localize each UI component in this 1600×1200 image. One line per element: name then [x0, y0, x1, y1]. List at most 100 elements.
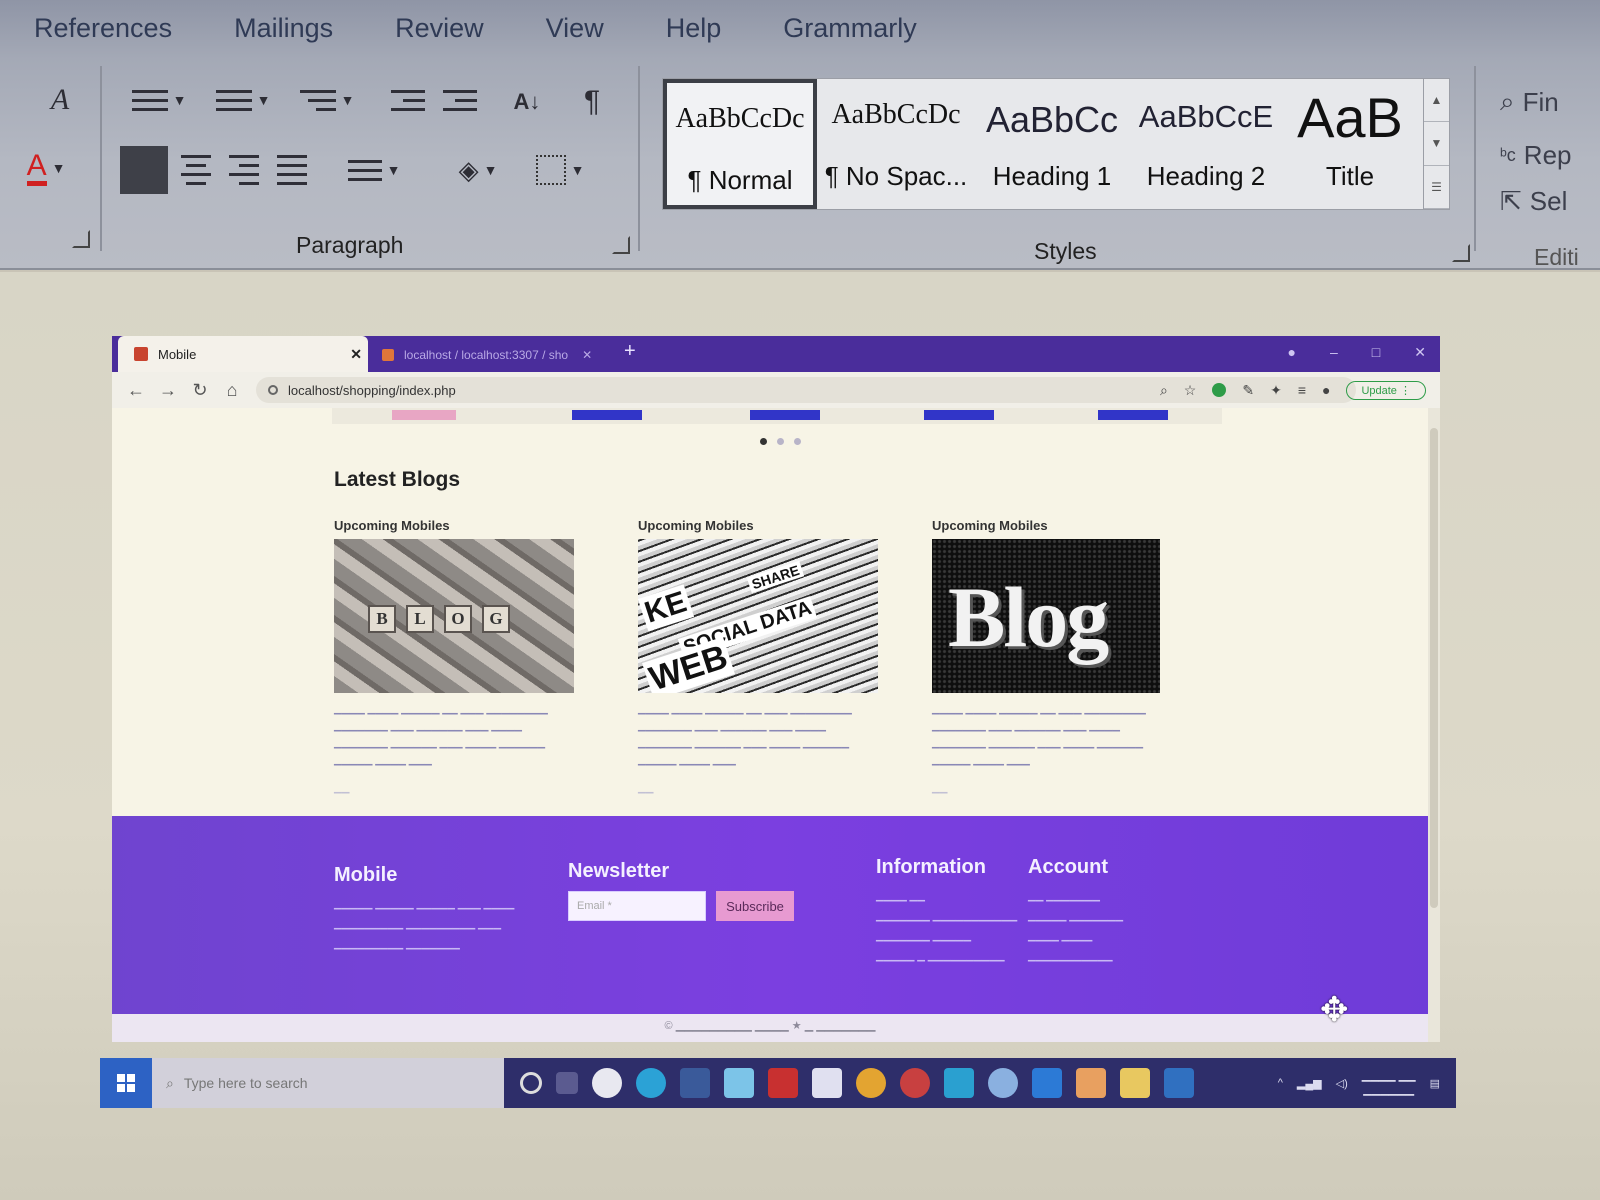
- footer-link[interactable]: ▁▁▁▁▁▁▁ ▁▁▁▁▁: [876, 927, 1017, 947]
- edge-icon[interactable]: [636, 1068, 666, 1098]
- shading-button[interactable]: ◈ ▼: [440, 148, 516, 192]
- blog-card[interactable]: Upcoming Mobiles B L O G ▁▁▁▁ ▁▁▁▁ ▁▁▁▁▁…: [334, 518, 574, 794]
- tab-help[interactable]: Help: [666, 13, 722, 44]
- tab-references[interactable]: References: [34, 13, 172, 44]
- paragraph-dialog-launcher-icon[interactable]: [612, 236, 630, 254]
- numbering-button[interactable]: ▼: [204, 80, 282, 120]
- newsletter-email-input[interactable]: Email *: [568, 891, 706, 921]
- tab-grammarly[interactable]: Grammarly: [783, 13, 917, 44]
- forward-arrow-icon[interactable]: →: [152, 380, 184, 401]
- app-icon[interactable]: [724, 1068, 754, 1098]
- notifications-icon[interactable]: ▤: [1430, 1077, 1440, 1090]
- read-more-link[interactable]: ▁▁: [334, 783, 574, 794]
- acrobat-icon[interactable]: [768, 1068, 798, 1098]
- bullets-button[interactable]: ▼: [120, 80, 198, 120]
- network-icon[interactable]: ▂▄▆: [1297, 1077, 1322, 1090]
- carousel-button[interactable]: [750, 410, 820, 420]
- borders-button[interactable]: ▼: [522, 148, 598, 192]
- blog-card[interactable]: Upcoming Mobiles KE SOCIAL DATA WEB SHAR…: [638, 518, 878, 794]
- more-styles-icon[interactable]: ☰: [1424, 166, 1449, 209]
- style-normal[interactable]: AaBbCcDc ¶ Normal: [663, 79, 817, 209]
- carousel-dot[interactable]: [760, 438, 767, 445]
- update-button[interactable]: Update ⋮: [1346, 380, 1426, 400]
- reading-list-icon[interactable]: ≡: [1298, 382, 1306, 398]
- read-more-link[interactable]: ▁▁: [638, 783, 878, 794]
- subscribe-button[interactable]: Subscribe: [716, 891, 794, 921]
- styles-dialog-launcher-icon[interactable]: [1452, 244, 1470, 262]
- pen-icon[interactable]: ✎: [1242, 382, 1254, 399]
- line-spacing-button[interactable]: ▼: [336, 148, 412, 192]
- footer-link[interactable]: ▁▁▁▁▁▁▁▁▁▁▁: [1028, 947, 1123, 967]
- blog-image-wordcloud[interactable]: KE SOCIAL DATA WEB SHARE: [638, 539, 878, 693]
- carousel-dot[interactable]: [777, 438, 784, 445]
- app-icon[interactable]: [988, 1068, 1018, 1098]
- chevron-up-icon[interactable]: ^: [1278, 1077, 1283, 1089]
- puzzle-icon[interactable]: ✦: [1270, 382, 1282, 399]
- blog-image-letterpress[interactable]: Blog: [932, 539, 1160, 693]
- multilevel-list-button[interactable]: ▼: [288, 80, 366, 120]
- justify-button[interactable]: [270, 148, 314, 192]
- select-button[interactable]: ⇱ Sel: [1500, 186, 1567, 217]
- home-icon[interactable]: ⌂: [216, 380, 248, 401]
- chrome-icon[interactable]: [856, 1068, 886, 1098]
- folder-icon[interactable]: [1120, 1068, 1150, 1098]
- show-formatting-button[interactable]: ¶: [570, 80, 614, 124]
- store-icon[interactable]: [812, 1068, 842, 1098]
- scroll-up-icon[interactable]: ▲: [1424, 79, 1449, 123]
- decrease-indent-button[interactable]: [384, 80, 432, 120]
- vscode-icon[interactable]: [1032, 1068, 1062, 1098]
- sort-button[interactable]: A↓: [504, 80, 550, 124]
- volume-icon[interactable]: ◁): [1336, 1077, 1348, 1090]
- start-button[interactable]: [100, 1058, 152, 1108]
- footer-link[interactable]: ▁▁▁▁▁ ▁▁▁▁▁▁▁: [1028, 907, 1123, 927]
- new-tab-icon[interactable]: +: [624, 340, 636, 363]
- style-heading-2[interactable]: AaBbCcE Heading 2: [1129, 79, 1283, 209]
- blog-card[interactable]: Upcoming Mobiles Blog ▁▁▁▁ ▁▁▁▁ ▁▁▁▁▁ ▁▁…: [932, 518, 1172, 794]
- hp-icon[interactable]: [592, 1068, 622, 1098]
- footer-link[interactable]: ▁▁▁▁▁ ▁ ▁▁▁▁▁▁▁▁▁▁: [876, 947, 1017, 967]
- opera-icon[interactable]: [900, 1068, 930, 1098]
- carousel-button[interactable]: [924, 410, 994, 420]
- extension-icon[interactable]: [1212, 383, 1227, 397]
- page-scrollbar[interactable]: [1428, 408, 1440, 1042]
- tab-review[interactable]: Review: [395, 13, 484, 44]
- profile-icon[interactable]: ●: [1322, 382, 1330, 398]
- font-color-button[interactable]: A ▼: [6, 146, 86, 190]
- align-left-button[interactable]: [120, 146, 168, 194]
- carousel-button[interactable]: [1098, 410, 1168, 420]
- app-icon[interactable]: [944, 1068, 974, 1098]
- footer-link[interactable]: ▁▁ ▁▁▁▁▁▁▁: [1028, 887, 1123, 907]
- app-icon[interactable]: [680, 1068, 710, 1098]
- find-button[interactable]: ⌕ Fin: [1500, 86, 1559, 118]
- taskbar-search[interactable]: ⌕ Type here to search: [152, 1058, 504, 1108]
- back-arrow-icon[interactable]: ←: [120, 380, 152, 401]
- close-icon[interactable]: ✕: [350, 346, 362, 363]
- read-more-link[interactable]: ▁▁: [932, 783, 1172, 794]
- bookmark-star-icon[interactable]: ☆: [1184, 382, 1197, 399]
- align-center-button[interactable]: [174, 148, 218, 192]
- maximize-icon[interactable]: □: [1372, 344, 1380, 361]
- minimize-icon[interactable]: –: [1330, 344, 1338, 361]
- style-heading-1[interactable]: AaBbCc Heading 1: [975, 79, 1129, 209]
- increase-indent-button[interactable]: [436, 80, 484, 120]
- zoom-icon[interactable]: ⌕: [1160, 382, 1168, 399]
- record-icon[interactable]: ●: [1288, 344, 1296, 361]
- font-dialog-launcher-icon[interactable]: [72, 230, 90, 248]
- tab-view[interactable]: View: [546, 13, 604, 44]
- close-icon[interactable]: ✕: [582, 348, 592, 362]
- cortana-icon[interactable]: [520, 1072, 542, 1094]
- app-icon[interactable]: [1076, 1068, 1106, 1098]
- reload-icon[interactable]: ↻: [184, 380, 216, 401]
- blog-image-scrabble[interactable]: B L O G: [334, 539, 574, 693]
- footer-link[interactable]: ▁▁▁▁ ▁▁: [876, 887, 1017, 907]
- clock-blurred[interactable]: ▁▁▁▁ ▁▁ ▁▁▁▁▁▁: [1362, 1069, 1416, 1097]
- close-window-icon[interactable]: ✕: [1414, 344, 1426, 361]
- footer-link[interactable]: ▁▁▁▁ ▁▁▁▁: [1028, 927, 1123, 947]
- tab-mailings[interactable]: Mailings: [234, 13, 333, 44]
- replace-button[interactable]: ᵇc Rep: [1500, 140, 1572, 171]
- carousel-dot[interactable]: [794, 438, 801, 445]
- carousel-button[interactable]: [572, 410, 642, 420]
- task-view-icon[interactable]: [556, 1072, 578, 1094]
- browser-tab-inactive[interactable]: localhost / localhost:3307 / sho ✕: [374, 342, 614, 368]
- scroll-down-icon[interactable]: ▼: [1424, 122, 1449, 166]
